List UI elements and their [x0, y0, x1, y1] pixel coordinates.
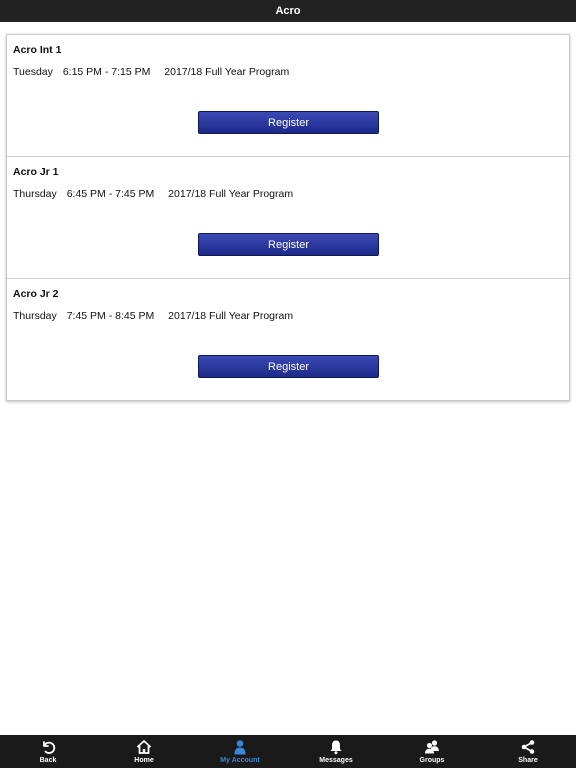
register-button[interactable]: Register [198, 233, 379, 256]
tab-my-account[interactable]: My Account [192, 735, 288, 768]
class-item-acro-jr-1: Acro Jr 1 Thursday 6:45 PM - 7:45 PM 201… [7, 157, 569, 279]
class-time: 7:45 PM - 8:45 PM [66, 310, 155, 322]
tab-label: Messages [319, 757, 353, 764]
tab-label: Home [134, 757, 154, 764]
register-button[interactable]: Register [198, 111, 379, 134]
class-program: 2017/18 Full Year Program [164, 66, 290, 78]
class-item-acro-int-1: Acro Int 1 Tuesday 6:15 PM - 7:15 PM 201… [7, 35, 569, 157]
top-bar: Acro [0, 0, 576, 22]
class-schedule: Thursday 7:45 PM - 8:45 PM 2017/18 Full … [13, 310, 293, 322]
tab-groups[interactable]: Groups [384, 735, 480, 768]
class-program: 2017/18 Full Year Program [168, 188, 294, 200]
tab-messages[interactable]: Messages [288, 735, 384, 768]
class-schedule: Tuesday 6:15 PM - 7:15 PM 2017/18 Full Y… [13, 66, 289, 78]
class-day: Thursday [13, 188, 57, 200]
class-schedule: Thursday 6:45 PM - 7:45 PM 2017/18 Full … [13, 188, 293, 200]
tab-label: Back [39, 757, 57, 764]
tab-share[interactable]: Share [480, 735, 576, 768]
tab-label: Groups [419, 757, 445, 764]
class-name: Acro Int 1 [13, 44, 62, 56]
class-time: 6:15 PM - 7:15 PM [62, 66, 151, 78]
class-name: Acro Jr 2 [13, 288, 59, 300]
tab-home[interactable]: Home [96, 735, 192, 768]
class-name: Acro Jr 1 [13, 166, 59, 178]
tab-back[interactable]: Back [0, 735, 96, 768]
tab-label: My Account [220, 757, 260, 764]
register-button[interactable]: Register [198, 355, 379, 378]
back-icon [43, 741, 56, 754]
bell-icon [330, 740, 342, 755]
class-item-acro-jr-2: Acro Jr 2 Thursday 7:45 PM - 8:45 PM 201… [7, 279, 569, 401]
bottom-tab-bar: Back Home My Account Messages Groups Sha… [0, 735, 576, 768]
page-title: Acro [275, 5, 301, 17]
class-list: Acro Int 1 Tuesday 6:15 PM - 7:15 PM 201… [6, 34, 570, 401]
home-icon [136, 740, 152, 754]
class-time: 6:45 PM - 7:45 PM [66, 188, 155, 200]
class-day: Tuesday [13, 66, 53, 78]
groups-icon [425, 740, 439, 754]
user-icon [234, 740, 246, 755]
share-icon [521, 740, 535, 754]
class-program: 2017/18 Full Year Program [168, 310, 294, 322]
class-day: Thursday [13, 310, 57, 322]
tab-label: Share [518, 757, 538, 764]
